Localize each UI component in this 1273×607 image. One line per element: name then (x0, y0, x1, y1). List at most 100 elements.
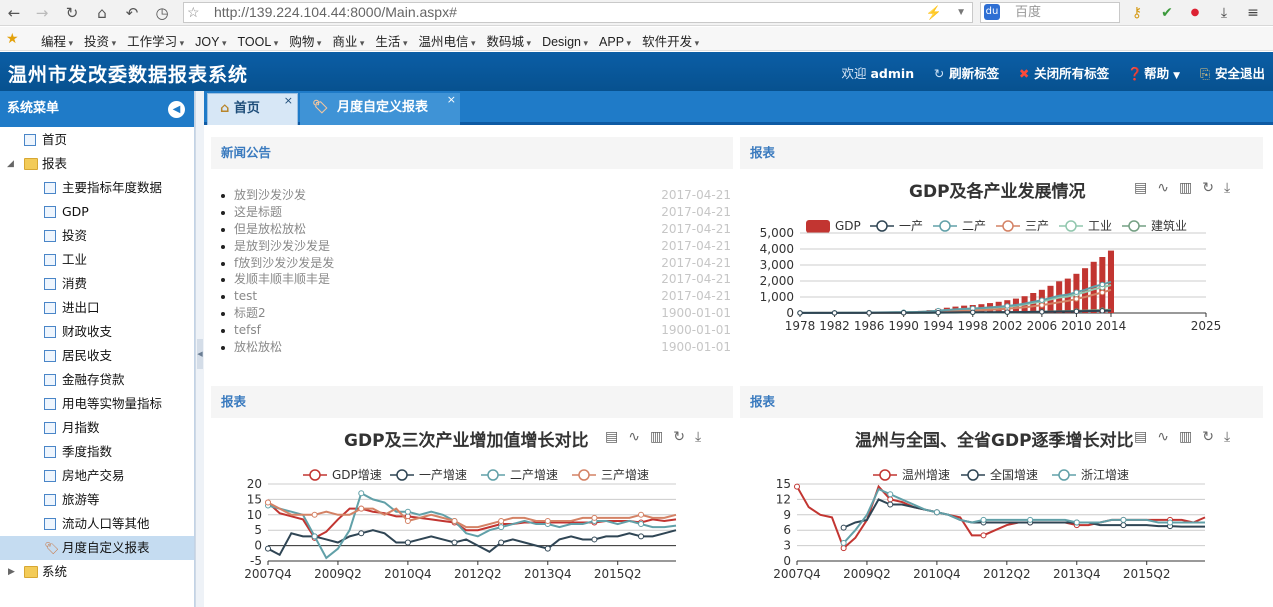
news-title[interactable]: 放松放松 (234, 339, 282, 356)
notification-icon[interactable]: ● (1185, 3, 1205, 23)
sidebar-item[interactable]: 月指数 (0, 416, 194, 440)
sidebar-item[interactable]: 居民收支 (0, 344, 194, 368)
sidebar-item[interactable]: 进出口 (0, 296, 194, 320)
tab-home[interactable]: ⌂ 首页 × (207, 93, 298, 125)
reload-icon[interactable]: ↻ (62, 3, 82, 23)
logout-button[interactable]: ⎘ 安全退出 (1198, 63, 1265, 82)
news-item[interactable]: 放松放松 1900-01-01 (221, 339, 731, 356)
refresh-tabs-button[interactable]: ↻ 刷新标签 (932, 63, 999, 82)
series-point (311, 511, 318, 518)
news-title[interactable]: 标题2 (234, 305, 266, 322)
sidebar-item[interactable]: 🏷 月度自定义报表 (0, 536, 194, 560)
sidebar-item[interactable]: 金融存贷款 (0, 368, 194, 392)
bookmark-folder[interactable]: 数码城 (487, 31, 532, 50)
news-title[interactable]: test (234, 288, 257, 305)
news-title[interactable]: f放到沙发沙发是发 (234, 255, 334, 272)
bookmark-folder[interactable]: 编程 (41, 31, 73, 50)
sidebar-item-label: 金融存贷款 (62, 372, 125, 387)
close-tab-icon[interactable]: × (447, 85, 456, 115)
key-icon[interactable]: ⚷ (1127, 3, 1147, 23)
help-button[interactable]: ❓帮助 ▼ (1127, 63, 1180, 82)
close-tab-icon[interactable]: × (284, 86, 293, 116)
series-point (498, 539, 505, 546)
series-point (498, 517, 505, 524)
download-icon[interactable]: ⤓ (1214, 3, 1234, 23)
close-icon: ✖ (1018, 66, 1030, 81)
favorites-star-icon[interactable]: ★ (6, 30, 19, 47)
address-bar[interactable]: ☆ http://139.224.104.44:8000/Main.aspx# … (183, 2, 973, 23)
sidebar-item[interactable]: 工业 (0, 248, 194, 272)
legend-label: 温州增速 (902, 468, 950, 482)
news-item[interactable]: 放到沙发沙发 2017-04-21 (221, 187, 731, 204)
close-all-tabs-button[interactable]: ✖ 关闭所有标签 (1017, 63, 1109, 82)
news-date: 2017-04-21 (661, 255, 731, 270)
sidebar-item[interactable]: 消费 (0, 272, 194, 296)
news-title[interactable]: tefsf (234, 322, 261, 339)
news-item[interactable]: 标题2 1900-01-01 (221, 305, 731, 322)
tree-folder-system[interactable]: ▶ 系统 (0, 560, 194, 584)
sidebar-item[interactable]: 流动人口等其他 (0, 512, 194, 536)
news-title[interactable]: 发顺丰顺丰顺丰是 (234, 271, 330, 288)
bookmark-folder[interactable]: Design (542, 35, 588, 49)
expand-arrow-icon[interactable]: ◢ (7, 152, 14, 176)
bookmark-star-icon[interactable]: ☆ (187, 3, 200, 22)
sidebar-splitter[interactable]: ◀ (195, 91, 204, 607)
tree-folder-reports[interactable]: ◢ 报表 (0, 152, 194, 176)
sidebar-item[interactable]: 投资 (0, 224, 194, 248)
bookmark-folder[interactable]: TOOL (237, 35, 278, 49)
splitter-handle-icon[interactable]: ◀ (197, 339, 203, 369)
bookmark-folder[interactable]: JOY (195, 35, 226, 49)
news-item[interactable]: tefsf 1900-01-01 (221, 322, 731, 339)
sidebar-item[interactable]: 房地产交易 (0, 464, 194, 488)
sidebar-item[interactable]: 财政收支 (0, 320, 194, 344)
undo-icon[interactable]: ↶ (122, 3, 142, 23)
sidebar-item-label: 进出口 (62, 300, 100, 315)
chevron-down-icon[interactable]: ▼ (956, 3, 966, 22)
series-point (451, 517, 458, 524)
collapse-sidebar-icon[interactable]: ◀ (168, 101, 185, 118)
series-point (1073, 289, 1080, 295)
news-title[interactable]: 放到沙发沙发 (234, 187, 306, 204)
gdp-chart[interactable]: GDP 一产 二产 三产 工业 建筑业 0 1,000 2,000 3,000 4,000 5,000… (740, 137, 1263, 377)
user-check-icon[interactable]: ✔ (1157, 3, 1177, 23)
lightning-icon[interactable]: ⚡ (926, 3, 942, 22)
sidebar-item[interactable]: GDP (0, 200, 194, 224)
news-item[interactable]: test 2017-04-21 (221, 288, 731, 305)
legend-label: 全国增速 (990, 467, 1038, 482)
menu-icon[interactable]: ≡ (1243, 3, 1263, 23)
news-title[interactable]: 是放到沙发沙发是 (234, 238, 330, 255)
x-tick-label: 2010Q4 (913, 567, 961, 581)
bookmark-folder[interactable]: APP (599, 35, 631, 49)
news-title[interactable]: 这是标题 (234, 204, 282, 221)
series-point (544, 517, 551, 524)
home-icon[interactable]: ⌂ (92, 3, 112, 23)
back-icon[interactable]: ← (4, 3, 24, 23)
growth-chart[interactable]: GDP增速 一产增速 二产增速 三产增速 -50 510 1520 2007Q4 2009Q2 2… (211, 386, 733, 607)
bookmark-folder[interactable]: 温州电信 (418, 31, 475, 50)
bookmark-folder[interactable]: 软件开发 (642, 31, 699, 50)
tab-monthly-report[interactable]: 🏷 月度自定义报表 × (300, 93, 460, 125)
news-item[interactable]: 是放到沙发沙发是 2017-04-21 (221, 238, 731, 255)
quarterly-chart[interactable]: 温州增速 全国增速 浙江增速 03 69 1215 2007Q4 2009Q2 2010Q4 20… (740, 386, 1263, 607)
bookmark-folder[interactable]: 购物 (289, 31, 321, 50)
tree-item-home[interactable]: 首页 (0, 128, 194, 152)
news-item[interactable]: f放到沙发沙发是发 2017-04-21 (221, 255, 731, 272)
news-item[interactable]: 这是标题 2017-04-21 (221, 204, 731, 221)
sidebar-item[interactable]: 用电等实物量指标 (0, 392, 194, 416)
collapsed-arrow-icon[interactable]: ▶ (8, 560, 15, 584)
sidebar-item[interactable]: 季度指数 (0, 440, 194, 464)
document-icon (44, 446, 56, 458)
bookmark-folder[interactable]: 商业 (332, 31, 364, 50)
history-icon[interactable]: ◷ (152, 3, 172, 23)
news-item[interactable]: 但是放松放松 2017-04-21 (221, 221, 731, 238)
sidebar-item[interactable]: 旅游等 (0, 488, 194, 512)
news-item[interactable]: 发顺丰顺丰顺丰是 2017-04-21 (221, 271, 731, 288)
news-title[interactable]: 但是放松放松 (234, 221, 306, 238)
x-tick-label: 2002 (992, 319, 1023, 333)
bookmark-folder[interactable]: 生活 (375, 31, 407, 50)
sidebar-item[interactable]: 主要指标年度数据 (0, 176, 194, 200)
search-input[interactable]: du 百度 (980, 2, 1120, 23)
bookmark-folder[interactable]: 投资 (84, 31, 116, 50)
bookmark-folder[interactable]: 工作学习 (127, 31, 184, 50)
forward-icon[interactable]: → (32, 3, 52, 23)
